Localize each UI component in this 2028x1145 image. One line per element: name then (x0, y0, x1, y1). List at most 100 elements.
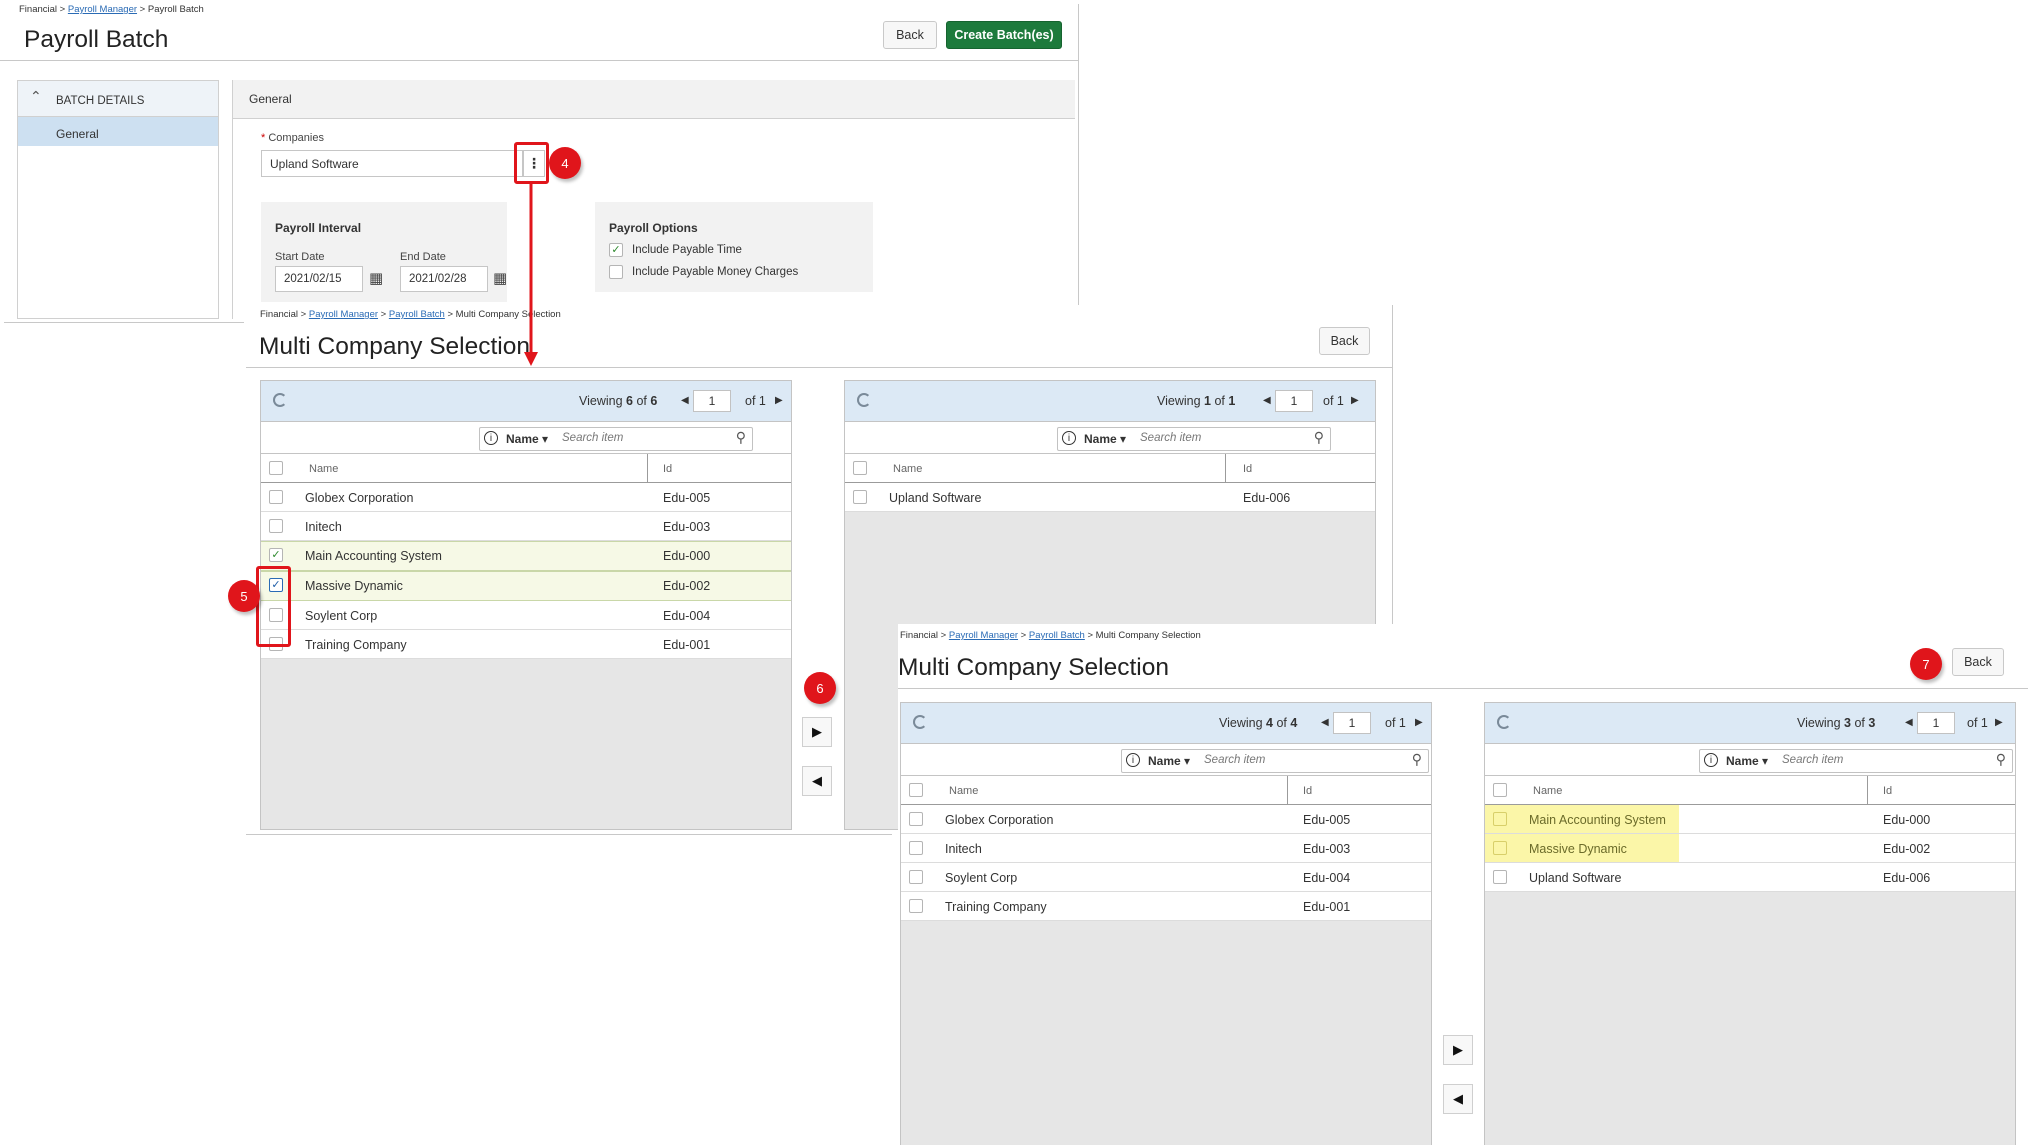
row-checkbox[interactable] (909, 870, 923, 884)
breadcrumb-link-payroll-batch[interactable]: Payroll Batch (389, 309, 445, 320)
page-number-input[interactable]: 1 (1333, 712, 1371, 734)
search-box: i Name ▾ Search item ⚲ (1057, 427, 1331, 451)
table-row[interactable]: Training Company Edu-001 (901, 892, 1431, 921)
breadcrumb-link-payroll-manager[interactable]: Payroll Manager (68, 4, 137, 15)
row-checkbox[interactable] (909, 812, 923, 826)
row-checkbox[interactable] (269, 490, 283, 504)
prev-page-icon[interactable]: ◀ (1321, 717, 1329, 728)
row-checkbox[interactable] (853, 490, 867, 504)
row-checkbox[interactable] (909, 899, 923, 913)
select-all-checkbox[interactable] (1493, 783, 1507, 797)
table-row[interactable]: ✓ Massive Dynamic Edu-002 (261, 571, 791, 601)
page-number-input[interactable]: 1 (1275, 390, 1313, 412)
col-header-name[interactable]: Name (949, 785, 978, 797)
next-page-icon[interactable]: ▶ (1415, 717, 1423, 728)
select-all-checkbox[interactable] (909, 783, 923, 797)
calendar-icon[interactable]: ▦ (493, 269, 507, 287)
next-page-icon[interactable]: ▶ (1995, 717, 2003, 728)
include-money-charges-checkbox[interactable] (609, 265, 623, 279)
selected-companies-grid: Viewing 3 of 3 ◀ 1 of 1 ▶ i Name ▾ Searc… (1484, 702, 2016, 1145)
table-row[interactable]: Main Accounting System Edu-000 (1485, 805, 2015, 834)
col-header-name[interactable]: Name (309, 463, 338, 475)
move-right-button[interactable]: ▶ (1443, 1035, 1473, 1065)
table-row[interactable]: ✓ Main Accounting System Edu-000 (261, 541, 791, 571)
sidebar: ⌃ BATCH DETAILS General (17, 80, 219, 319)
col-header-id[interactable]: Id (1243, 463, 1252, 475)
search-icon[interactable]: ⚲ (1412, 751, 1422, 768)
page-number-input[interactable]: 1 (693, 390, 731, 412)
move-right-button[interactable]: ▶ (802, 717, 832, 747)
back-button[interactable]: Back (1319, 327, 1370, 355)
search-icon[interactable]: ⚲ (736, 429, 746, 446)
table-row[interactable]: Training Company Edu-001 (261, 630, 791, 659)
back-button[interactable]: Back (1952, 648, 2004, 676)
sidebar-header[interactable]: ⌃ BATCH DETAILS (18, 81, 218, 117)
prev-page-icon[interactable]: ◀ (1905, 717, 1913, 728)
back-button[interactable]: Back (883, 21, 937, 49)
row-name: Training Company (305, 638, 407, 652)
search-input[interactable]: Search item (562, 432, 623, 444)
table-row[interactable]: Massive Dynamic Edu-002 (1485, 834, 2015, 863)
row-checkbox[interactable]: ✓ (269, 548, 283, 562)
table-row[interactable]: Initech Edu-003 (901, 834, 1431, 863)
search-field-dropdown[interactable]: Name ▾ (1148, 754, 1190, 768)
title-divider (246, 367, 1392, 368)
table-row[interactable]: Initech Edu-003 (261, 512, 791, 541)
row-checkbox[interactable] (1493, 870, 1507, 884)
page-number-input[interactable]: 1 (1917, 712, 1955, 734)
search-icon[interactable]: ⚲ (1314, 429, 1324, 446)
move-left-button[interactable]: ◀ (1443, 1084, 1473, 1114)
calendar-icon[interactable]: ▦ (369, 269, 383, 287)
breadcrumb-link-payroll-batch[interactable]: Payroll Batch (1029, 630, 1085, 641)
search-box: i Name ▾ Search item ⚲ (479, 427, 753, 451)
table-row[interactable]: Soylent Corp Edu-004 (261, 601, 791, 630)
col-header-name[interactable]: Name (1533, 785, 1562, 797)
next-page-icon[interactable]: ▶ (1351, 395, 1359, 406)
prev-page-icon[interactable]: ◀ (1263, 395, 1271, 406)
page-title: Payroll Batch (24, 26, 169, 53)
companies-field[interactable]: Upland Software (261, 150, 523, 177)
col-header-id[interactable]: Id (1303, 785, 1312, 797)
row-checkbox[interactable] (1493, 841, 1507, 855)
title-divider (0, 60, 1078, 61)
col-header-id[interactable]: Id (1883, 785, 1892, 797)
breadcrumb-link-payroll-manager[interactable]: Payroll Manager (309, 309, 378, 320)
search-icon[interactable]: ⚲ (1996, 751, 2006, 768)
panel-title: General (249, 92, 292, 106)
end-date-field[interactable]: 2021/02/28 (400, 266, 488, 292)
col-header-id[interactable]: Id (663, 463, 672, 475)
start-date-value: 2021/02/15 (284, 273, 342, 285)
select-all-checkbox[interactable] (269, 461, 283, 475)
table-row[interactable]: Upland Software Edu-006 (845, 483, 1375, 512)
row-checkbox[interactable] (269, 519, 283, 533)
next-page-icon[interactable]: ▶ (775, 395, 783, 406)
table-row[interactable]: Globex Corporation Edu-005 (261, 483, 791, 512)
page-title: Multi Company Selection (259, 333, 530, 360)
table-row[interactable]: Soylent Corp Edu-004 (901, 863, 1431, 892)
row-checkbox[interactable] (909, 841, 923, 855)
search-input[interactable]: Search item (1204, 754, 1265, 766)
refresh-icon[interactable] (913, 715, 927, 729)
refresh-icon[interactable] (1497, 715, 1511, 729)
search-input[interactable]: Search item (1782, 754, 1843, 766)
table-row[interactable]: Upland Software Edu-006 (1485, 863, 2015, 892)
refresh-icon[interactable] (857, 393, 871, 407)
move-left-button[interactable]: ◀ (802, 766, 832, 796)
select-all-checkbox[interactable] (853, 461, 867, 475)
create-batches-button[interactable]: Create Batch(es) (946, 21, 1062, 49)
col-header-name[interactable]: Name (893, 463, 922, 475)
refresh-icon[interactable] (273, 393, 287, 407)
start-date-field[interactable]: 2021/02/15 (275, 266, 363, 292)
search-field-dropdown[interactable]: Name ▾ (506, 432, 548, 446)
table-row[interactable]: Globex Corporation Edu-005 (901, 805, 1431, 834)
breadcrumb-link-payroll-manager[interactable]: Payroll Manager (949, 630, 1018, 641)
companies-label: * Companies (261, 132, 324, 144)
include-payable-time-checkbox[interactable]: ✓ (609, 243, 623, 257)
search-field-dropdown[interactable]: Name ▾ (1726, 754, 1768, 768)
search-field-dropdown[interactable]: Name ▾ (1084, 432, 1126, 446)
search-input[interactable]: Search item (1140, 432, 1201, 444)
sidebar-item-general[interactable]: General (18, 117, 218, 146)
row-checkbox[interactable] (1493, 812, 1507, 826)
prev-page-icon[interactable]: ◀ (681, 395, 689, 406)
viewing-count: Viewing 6 of 6 (579, 394, 658, 408)
